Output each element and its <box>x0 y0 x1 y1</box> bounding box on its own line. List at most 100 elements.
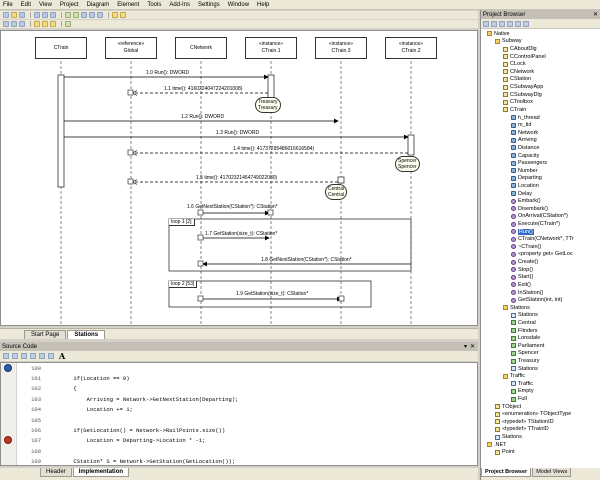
menu-item-settings[interactable]: Settings <box>198 2 220 8</box>
tab-implementation[interactable]: Implementation <box>72 468 130 477</box>
tree-node[interactable]: Central <box>481 319 600 327</box>
move-up-icon[interactable] <box>515 20 521 27</box>
tree-node[interactable]: «typedef» TStationID <box>481 418 600 426</box>
layout-icon[interactable] <box>65 21 71 27</box>
state-note-treasury[interactable]: Treasury Treasury <box>255 97 281 113</box>
menu-item-add-ins[interactable]: Add-Ins <box>169 2 190 8</box>
menu-item-tools[interactable]: Tools <box>147 2 161 8</box>
step-icon[interactable] <box>81 12 87 18</box>
tree-node[interactable]: Distance <box>481 144 600 152</box>
menu-item-element[interactable]: Element <box>117 2 139 8</box>
tree-node[interactable]: Passengers <box>481 159 600 167</box>
tree-node[interactable]: Native <box>481 30 600 38</box>
menu-item-edit[interactable]: Edit <box>21 2 31 8</box>
menu-item-help[interactable]: Help <box>257 2 269 8</box>
step-over-icon[interactable] <box>89 12 95 18</box>
tree-node[interactable]: Number <box>481 167 600 175</box>
new-element-icon[interactable] <box>499 20 505 27</box>
tree-node[interactable]: Parliament <box>481 342 600 350</box>
message-label[interactable]: 1.3 Run(): DWORD <box>216 130 259 136</box>
tree-node[interactable]: Capacity <box>481 152 600 160</box>
code-line[interactable]: { <box>47 384 467 394</box>
new-package-icon[interactable] <box>483 20 489 27</box>
tab-start-page[interactable]: Start Page <box>24 330 67 339</box>
message-label[interactable]: 1.7 GetStation(size_t): CStation* <box>205 231 277 237</box>
tree-node[interactable]: Run() <box>481 228 600 236</box>
state-note-central[interactable]: Central Central <box>325 184 348 200</box>
message-label[interactable]: 1.8 GetNextStation(CStation*): CStation* <box>261 257 352 263</box>
debug-icon[interactable] <box>73 12 79 18</box>
editor-gutter[interactable] <box>1 363 17 465</box>
tree-node[interactable]: CTrain(CNetwork*, TTr <box>481 235 600 243</box>
code-line[interactable]: Arriving = Network->GetNextStation(Depar… <box>47 394 467 404</box>
find-icon[interactable] <box>12 353 18 359</box>
tab-model-views[interactable]: Model Views <box>532 468 572 477</box>
tree-node[interactable]: Stop() <box>481 266 600 274</box>
tree-node[interactable]: «typedef» TTrainID <box>481 426 600 434</box>
cut-icon[interactable] <box>34 12 40 18</box>
font-size-icon[interactable]: A <box>59 351 65 361</box>
message-label[interactable]: 1.1 time(): 4160224047224201008) <box>164 86 242 92</box>
message-label[interactable]: 1.9 GetStation(size_t): CStation* <box>236 291 308 297</box>
tree-node[interactable]: CStation <box>481 76 600 84</box>
line-color-icon[interactable] <box>50 21 56 27</box>
tree-node[interactable]: Network <box>481 129 600 137</box>
pin-icon[interactable]: ▾ <box>464 344 467 350</box>
tree-node[interactable]: Stations <box>481 304 600 312</box>
paste-icon[interactable] <box>50 12 56 18</box>
tree-node[interactable]: Delay <box>481 190 600 198</box>
tree-node[interactable]: GetStation(int, int) <box>481 296 600 304</box>
tree-node[interactable]: Create() <box>481 258 600 266</box>
code-line[interactable]: Location += 1; <box>47 405 467 415</box>
lifeline-ctrain-1[interactable]: «instance» CTrain.1 <box>245 37 297 59</box>
tree-node[interactable]: CAboutDlg <box>481 45 600 53</box>
align-center-icon[interactable] <box>11 21 17 27</box>
lifeline-ctrain-3[interactable]: «instance» CTrain.3 <box>315 37 367 59</box>
tree-node[interactable]: Embark() <box>481 197 600 205</box>
tree-node[interactable]: h_thread <box>481 114 600 122</box>
tree-node[interactable]: CControlPanel <box>481 53 600 61</box>
message-label[interactable]: 1.5 time(): 41702321464749022080) <box>196 175 277 181</box>
tree-node[interactable]: Flinders <box>481 327 600 335</box>
loop-fragment-label[interactable]: loop 1 [2] <box>169 219 195 226</box>
tree-node[interactable]: Spencer <box>481 350 600 358</box>
tree-node[interactable]: Location <box>481 182 600 190</box>
delete-icon[interactable] <box>507 20 513 27</box>
code-line[interactable] <box>47 415 467 425</box>
save-icon[interactable] <box>3 353 9 359</box>
tree-node[interactable]: Stations <box>481 312 600 320</box>
close-icon[interactable]: ✕ <box>470 344 475 350</box>
message-label[interactable]: 1.4 time(): 41737295486016616584) <box>233 146 314 152</box>
align-left-icon[interactable] <box>3 21 9 27</box>
tab-project-browser[interactable]: Project Browser <box>481 468 532 477</box>
tree-node[interactable]: CLock <box>481 60 600 68</box>
tree-node[interactable]: Full <box>481 395 600 403</box>
tree-node[interactable]: Start() <box>481 274 600 282</box>
tree-node[interactable]: CSubwayApp <box>481 83 600 91</box>
code-line[interactable]: CStation* S = Network->GetStation(GetLoc… <box>47 457 467 465</box>
code-text[interactable]: if(Location == 0) { Arriving = Network->… <box>47 363 467 465</box>
close-icon[interactable]: ✕ <box>593 11 598 18</box>
tree-node[interactable]: CNetwork <box>481 68 600 76</box>
tree-node[interactable]: Subway <box>481 38 600 46</box>
align-right-icon[interactable] <box>19 21 25 27</box>
new-icon[interactable] <box>3 12 9 18</box>
code-line[interactable]: if(GetLocation() = Network->RailPoints.s… <box>47 425 467 435</box>
tree-node[interactable]: Execute(CTrain*) <box>481 220 600 228</box>
state-note-spencer[interactable]: Spencer Spencer <box>395 156 420 172</box>
tab-stations[interactable]: Stations <box>67 330 106 339</box>
project-tree[interactable]: Native Subway CAboutDlg CControlPanel CLock C… <box>481 30 600 467</box>
tree-node[interactable]: Traffic <box>481 380 600 388</box>
font-icon[interactable] <box>34 21 40 27</box>
tree-node[interactable]: Arriving <box>481 137 600 145</box>
lifeline-global[interactable]: «reference» Global <box>105 37 157 59</box>
goto-icon[interactable] <box>48 353 54 359</box>
sequence-diagram-canvas[interactable]: CTrain «reference» Global CNetwork «inst… <box>0 30 478 326</box>
tree-node[interactable]: CSubwayDlg <box>481 91 600 99</box>
tree-node[interactable]: Traffic <box>481 372 600 380</box>
tree-node[interactable]: Treasury <box>481 357 600 365</box>
tree-node[interactable]: OnArrival(CStation*) <box>481 213 600 221</box>
message-label[interactable]: 1.0 Run(): DWORD <box>146 70 189 76</box>
tree-node[interactable]: Stations <box>481 365 600 373</box>
message-label[interactable]: 1.6 GetNextStation(CStation*): CStation* <box>187 204 278 210</box>
